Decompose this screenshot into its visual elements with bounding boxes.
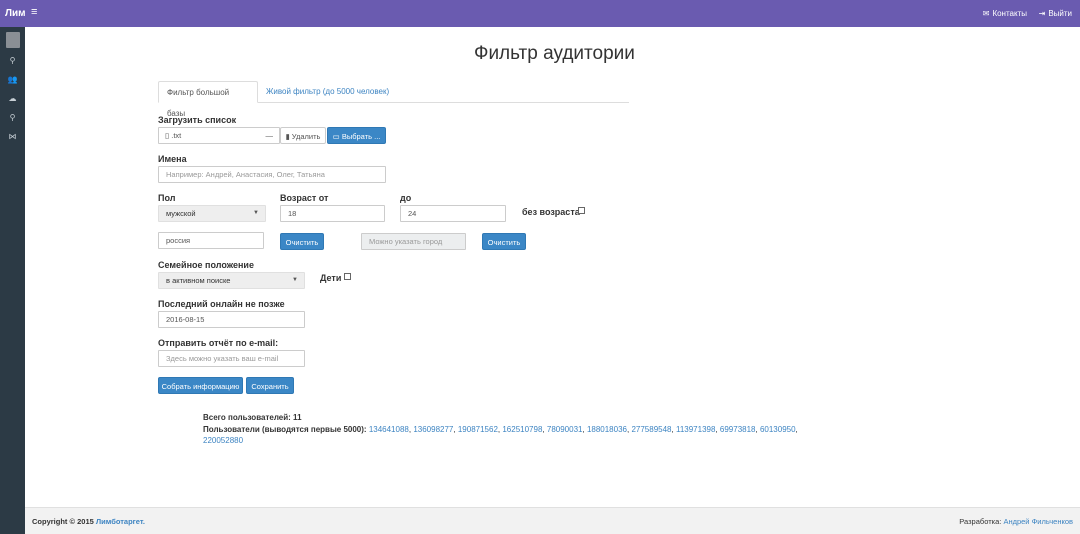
avatar[interactable]	[6, 32, 20, 48]
sidebar: ⚲ 👥 ☁ ⚲ ⋈	[0, 27, 25, 534]
file-clear[interactable]: —	[266, 128, 274, 143]
user-id-link[interactable]: 188018036	[587, 425, 627, 434]
age-from-input[interactable]: 18	[280, 205, 385, 222]
names-label: Имена	[158, 154, 187, 164]
children-checkbox[interactable]	[344, 273, 351, 280]
upload-label: Загрузить список	[158, 115, 237, 125]
delete-label: Удалить	[291, 132, 321, 141]
gender-value: мужской	[166, 209, 196, 218]
save-button[interactable]: Сохранить	[246, 377, 294, 394]
users-prefix: Пользователи (выводятся первые 5000):	[203, 425, 367, 434]
footer: Copyright © 2015 Лимботаргет. Разработка…	[25, 507, 1080, 534]
browse-file-button[interactable]: ▭ Выбрать ...	[327, 127, 386, 144]
menu-icon[interactable]: ≡	[31, 7, 37, 18]
no-age-label: без возраста	[522, 207, 580, 217]
collect-info-button[interactable]: Собрать информацию	[158, 377, 243, 394]
city-input[interactable]: Можно указать город	[361, 233, 466, 250]
country-input[interactable]: россия	[158, 232, 264, 249]
total-users: Всего пользователей: 11	[203, 413, 302, 422]
developer-credit: Разработка: Андрей Фильченков	[959, 517, 1073, 526]
browse-label: Выбрать ...	[341, 132, 381, 141]
file-field[interactable]: ▯ .txt —	[158, 127, 280, 144]
developer-label: Разработка:	[959, 517, 1002, 526]
user-id-link[interactable]: 113971398	[676, 425, 715, 434]
user-id-link[interactable]: 277589548	[631, 425, 671, 434]
users-icon[interactable]: 👥	[0, 75, 25, 85]
pin-icon[interactable]: ⚲	[0, 113, 25, 123]
names-input[interactable]: Например: Андрей, Анастасия, Олег, Татья…	[158, 166, 386, 183]
logout-link[interactable]: ⇥ Выйти	[1039, 9, 1072, 18]
user-id-link[interactable]: 220052880	[203, 436, 243, 445]
user-id-link[interactable]: 134641088	[369, 425, 409, 434]
chat-icon[interactable]: ☁	[0, 94, 25, 104]
user-id-link[interactable]: 69973818	[720, 425, 756, 434]
user-id-link[interactable]: 78090031	[547, 425, 583, 434]
tab-large-base[interactable]: Фильтр большой базы	[158, 81, 258, 118]
brand-logo[interactable]: Лим	[5, 8, 26, 19]
top-navbar: Лим ≡ ✉ Контакты ⇥ Выйти	[0, 0, 1080, 27]
clear-city-button[interactable]: Очистить	[482, 233, 526, 250]
gender-label: Пол	[158, 193, 176, 203]
developer-link[interactable]: Андрей Фильченков	[1003, 517, 1073, 526]
no-age-checkbox[interactable]	[578, 207, 585, 214]
email-label: Отправить отчёт по e-mail:	[158, 338, 279, 348]
last-online-input[interactable]: 2016-08-15	[158, 311, 305, 328]
user-id-link[interactable]: 60130950	[760, 425, 796, 434]
children-label: Дети	[320, 273, 342, 283]
contacts-link[interactable]: ✉ Контакты	[983, 9, 1027, 18]
gender-select[interactable]: мужской ▼	[158, 205, 266, 222]
file-icon: ▯	[165, 131, 170, 140]
user-id-link[interactable]: 136098277	[413, 425, 453, 434]
search-icon[interactable]: ⚲	[0, 56, 25, 66]
chevron-down-icon: ▼	[253, 210, 259, 216]
copyright-text: Copyright © 2015	[32, 517, 94, 526]
logout-icon: ⇥	[1038, 9, 1046, 18]
age-to-input[interactable]: 24	[400, 205, 506, 222]
contacts-label: Контакты	[992, 9, 1027, 18]
copyright: Copyright © 2015 Лимботаргет.	[32, 517, 145, 526]
clear-country-button[interactable]: Очистить	[280, 233, 324, 250]
chevron-down-icon: ▼	[292, 277, 298, 283]
page-title: Фильтр аудитории	[474, 43, 635, 64]
marital-value: в активном поиске	[166, 276, 231, 285]
email-input[interactable]: Здесь можно указать ваш e-mail	[158, 350, 305, 367]
delete-file-button[interactable]: ▮ Удалить	[280, 127, 326, 144]
age-to-label: до	[400, 193, 412, 203]
tab-live-filter[interactable]: Живой фильтр (до 5000 человек)	[258, 81, 397, 103]
marital-select[interactable]: в активном поиске ▼	[158, 272, 305, 289]
last-online-label: Последний онлайн не позже	[158, 299, 285, 309]
envelope-icon: ✉	[982, 9, 990, 18]
logout-label: Выйти	[1048, 9, 1072, 18]
user-id-link[interactable]: 190871562	[458, 425, 498, 434]
copyright-link[interactable]: Лимботаргет.	[96, 517, 145, 526]
marital-label: Семейное положение	[158, 260, 254, 270]
user-id-link[interactable]: 162510798	[502, 425, 542, 434]
share-icon[interactable]: ⋈	[0, 132, 25, 142]
age-from-label: Возраст от	[280, 193, 329, 203]
trash-icon: ▮	[285, 132, 290, 141]
folder-open-icon: ▭	[332, 132, 340, 141]
filter-tabs: Фильтр большой базы Живой фильтр (до 500…	[158, 81, 629, 118]
user-ids-list: Пользователи (выводятся первые 5000): 13…	[203, 425, 798, 445]
file-name: .txt	[171, 131, 182, 140]
